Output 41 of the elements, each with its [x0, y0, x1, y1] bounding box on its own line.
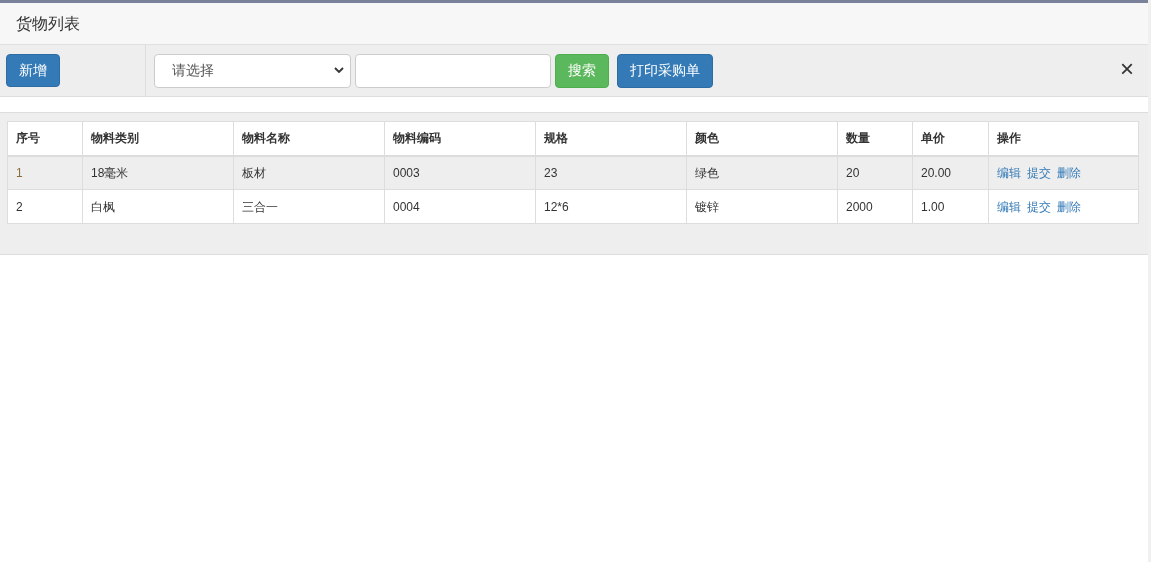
column-header: 操作 — [988, 121, 1139, 156]
column-header: 颜色 — [686, 121, 838, 156]
column-header: 物料名称 — [233, 121, 385, 156]
category-select[interactable]: 请选择 — [154, 53, 351, 88]
column-header: 物料编码 — [384, 121, 536, 156]
action-link[interactable]: 编辑 — [997, 197, 1021, 216]
table-cell: 18毫米 — [91, 165, 129, 180]
table-cell: 20 — [846, 165, 860, 180]
table-cell: 1.00 — [921, 199, 945, 214]
table-row[interactable]: 2 白枫 三合一 0004 12*6 镀锌 2000 1.00 编辑 提交 删除 — [7, 189, 1139, 224]
table-row[interactable]: 1 18毫米 板材 0003 23 绿色 20 20.00 编辑 提交 删除 — [7, 155, 1139, 190]
table-cell: 镀锌 — [695, 199, 719, 214]
action-link[interactable]: 删除 — [1057, 197, 1081, 216]
search-field[interactable] — [355, 53, 551, 88]
chevron-down-icon — [334, 67, 344, 74]
action-link[interactable]: 提交 — [1027, 163, 1051, 182]
table-cell: 12*6 — [544, 199, 569, 214]
table-cell: 23 — [544, 165, 558, 180]
table-cell: 2000 — [846, 199, 873, 214]
table-cell: 0004 — [393, 199, 420, 214]
print-button[interactable]: 打印采购单 — [617, 53, 713, 88]
column-header: 单价 — [912, 121, 989, 156]
table-cell: 绿色 — [695, 165, 719, 180]
add-button[interactable]: 新增 — [6, 54, 60, 87]
close-button[interactable]: × — [1120, 56, 1134, 81]
table-cell: 板材 — [242, 165, 266, 180]
column-header: 序号 — [7, 121, 83, 156]
table-cell: 0003 — [393, 165, 420, 180]
action-link[interactable]: 编辑 — [997, 163, 1021, 182]
action-link[interactable]: 删除 — [1057, 163, 1081, 182]
dialog-title: 货物列表 — [16, 13, 80, 34]
search-button[interactable]: 搜索 — [555, 53, 609, 88]
table-cell: 2 — [16, 199, 23, 214]
action-link[interactable]: 提交 — [1027, 197, 1051, 216]
table-cell: 1 — [16, 165, 23, 180]
column-header: 物料类别 — [82, 121, 234, 156]
column-header: 规格 — [535, 121, 687, 156]
table-cell: 三合一 — [242, 199, 278, 214]
column-header: 数量 — [837, 121, 913, 156]
table-cell: 20.00 — [921, 165, 952, 180]
table-cell: 白枫 — [91, 199, 115, 214]
